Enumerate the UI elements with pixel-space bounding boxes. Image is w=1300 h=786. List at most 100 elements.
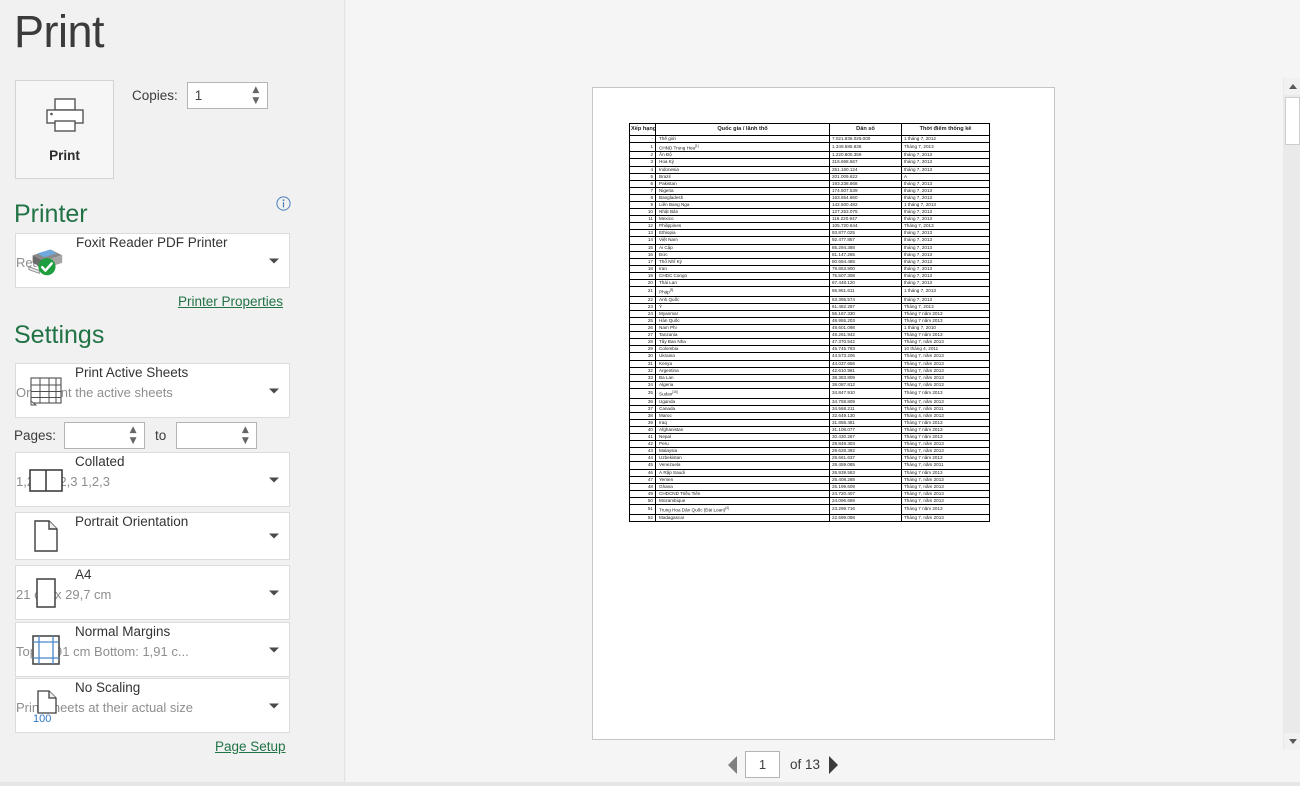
chevron-down-icon[interactable] [269, 703, 279, 708]
cell-population: 63.395.574 [830, 296, 902, 303]
cell-rank: 50 [630, 497, 656, 504]
preview-page[interactable]: Xếp hạng Quốc gia / lãnh thổ Dân số Thời… [592, 87, 1055, 740]
pages-from-decrement-icon[interactable]: ▼ [130, 437, 137, 445]
cell-date: A [902, 173, 990, 180]
table-row: 25Hàn Quốc48.955.203Tháng 7 năm 2013 [630, 318, 990, 325]
settings-section-heading: Settings [14, 320, 104, 350]
cell-population: 24.096.669 [830, 497, 902, 504]
paper-size-select[interactable]: A4 21 cm x 29,7 cm [15, 565, 290, 620]
margins-select[interactable]: Normal Margins Top: 1,91 cm Bottom: 1,91… [15, 622, 290, 677]
print-what-select[interactable]: Print Active Sheets Only print the activ… [15, 363, 290, 418]
table-row: 2Ấn Độ1.220.800.359tháng 7, 2013 [630, 152, 990, 159]
table-row: 49CHDCND Triều Tiên24.720.407Tháng 7, nă… [630, 490, 990, 497]
copies-spin-arrows[interactable]: ▲ ▼ [249, 84, 263, 107]
pages-from-spin-arrows[interactable]: ▲ ▼ [126, 424, 140, 447]
cell-rank: 9 [630, 201, 656, 208]
cell-rank: 32 [630, 367, 656, 374]
table-row: 9Liên Bang Nga142.500.4821 tháng 7, 2013 [630, 201, 990, 208]
cell-rank: 16 [630, 251, 656, 258]
table-row: 17Thổ Nhĩ Kỳ80.694.485tháng 7, 2013 [630, 258, 990, 265]
cell-population: 316.668.567 [830, 159, 902, 166]
cell-country: Pakistan [656, 180, 830, 187]
cell-rank: 29 [630, 346, 656, 353]
cell-country: Nam Phi [656, 325, 830, 332]
cell-population: 29.849.303 [830, 441, 902, 448]
collated-pages-icon [26, 462, 66, 498]
cell-population: 38.383.809 [830, 374, 902, 381]
col-header-country: Quốc gia / lãnh thổ [656, 124, 830, 136]
cell-date: Tháng 7, năm 2013 [902, 441, 990, 448]
cell-population: 25.199.609 [830, 483, 902, 490]
table-row: 42Peru29.849.303Tháng 7, năm 2013 [630, 441, 990, 448]
cell-rank: 38 [630, 412, 656, 419]
pages-to-decrement-icon[interactable]: ▼ [242, 437, 249, 445]
cell-country: Ukraina [656, 353, 830, 360]
pages-to-stepper[interactable]: ▲ ▼ [176, 422, 257, 449]
chevron-down-icon[interactable] [269, 590, 279, 595]
printer-select[interactable]: Foxit Reader PDF Printer Ready [15, 233, 290, 288]
cell-population: 22.599.098 [830, 514, 902, 521]
cell-rank: 42 [630, 441, 656, 448]
margins-title: Normal Margins [75, 624, 170, 639]
cell-date: Tháng 7 năm 2013 [902, 310, 990, 317]
table-row: 19CHDC Congo75.507.308tháng 7, 2013 [630, 272, 990, 279]
pages-from-stepper[interactable]: ▲ ▼ [64, 422, 145, 449]
scroll-down-button[interactable] [1284, 733, 1300, 750]
previous-page-arrow-icon[interactable] [728, 756, 737, 774]
cell-date: tháng 7, 2013 [902, 258, 990, 265]
collation-select[interactable]: Collated 1,2,3 1,2,3 1,2,3 [15, 452, 290, 507]
preview-vertical-scrollbar[interactable] [1283, 78, 1300, 750]
cell-population: 34.568.211 [830, 405, 902, 412]
cell-country: Argentina [656, 367, 830, 374]
cell-country: Thái Lan [656, 280, 830, 287]
print-button[interactable]: Print [15, 80, 114, 179]
cell-population: 31.108.077 [830, 426, 902, 433]
next-page-arrow-icon[interactable] [829, 756, 838, 774]
table-row: 38Maroc32.649.130Tháng 4, năm 2013 [630, 412, 990, 419]
cell-rank: 15 [630, 244, 656, 251]
cell-date: tháng 7, 2013 [902, 216, 990, 223]
pages-from-increment-icon[interactable]: ▲ [130, 426, 137, 434]
col-header-population: Dân số [830, 124, 902, 136]
chevron-down-icon[interactable] [269, 647, 279, 652]
cell-rank: 18 [630, 265, 656, 272]
chevron-down-icon[interactable] [269, 534, 279, 539]
pages-to-increment-icon[interactable]: ▲ [242, 426, 249, 434]
scrollbar-track[interactable] [1284, 95, 1300, 733]
copies-increment-icon[interactable]: ▲ [252, 86, 259, 94]
cell-rank: 47 [630, 476, 656, 483]
pages-to-spin-arrows[interactable]: ▲ ▼ [238, 424, 252, 447]
table-row: 29Colombia45.745.78310 tháng 4, 2011 [630, 346, 990, 353]
chevron-down-icon[interactable] [269, 388, 279, 393]
info-icon[interactable] [276, 196, 291, 211]
cell-country: Hoa Kỳ [656, 159, 830, 166]
printer-properties-link[interactable]: Printer Properties [178, 294, 283, 309]
scrollbar-thumb[interactable] [1285, 97, 1300, 145]
paper-size-icon [26, 575, 66, 611]
chevron-down-icon[interactable] [269, 477, 279, 482]
cell-date: 1 tháng 7, 2013 [902, 287, 990, 297]
cell-rank: 28 [630, 339, 656, 346]
copies-decrement-icon[interactable]: ▼ [252, 97, 259, 105]
page-setup-link[interactable]: Page Setup [215, 739, 286, 754]
cell-country: Tây Ban Nha [656, 339, 830, 346]
table-row: 33Ba Lan38.383.809Tháng 7, năm 2013 [630, 374, 990, 381]
chevron-down-icon[interactable] [269, 258, 279, 263]
page-number-input[interactable]: 1 [745, 751, 780, 778]
cell-population: 31.858.481 [830, 419, 902, 426]
scaling-select[interactable]: 100 No Scaling Print sheets at their act… [15, 678, 290, 733]
cell-rank: 40 [630, 426, 656, 433]
table-row: 22Anh Quốc63.395.574tháng 7, 2013 [630, 296, 990, 303]
orientation-select[interactable]: Portrait Orientation [15, 512, 290, 560]
scroll-up-button[interactable] [1284, 78, 1300, 95]
cell-rank: 39 [630, 419, 656, 426]
cell-date: Tháng 7, 2013 [902, 142, 990, 152]
copies-stepper[interactable]: 1 ▲ ▼ [187, 82, 268, 109]
cell-country: Ý [656, 303, 830, 310]
cell-date: Tháng 7, năm 2013 [902, 497, 990, 504]
table-row: 20Thái Lan67.448.120tháng 7, 2013 [630, 280, 990, 287]
cell-date: Tháng 7, năm 2013 [902, 448, 990, 455]
cell-rank: 25 [630, 318, 656, 325]
table-row: 30Ukraina44.573.205Tháng 7, năm 2013 [630, 353, 990, 360]
table-body: -Thế giới7.021.836.029.0001 tháng 7, 201… [630, 135, 990, 521]
